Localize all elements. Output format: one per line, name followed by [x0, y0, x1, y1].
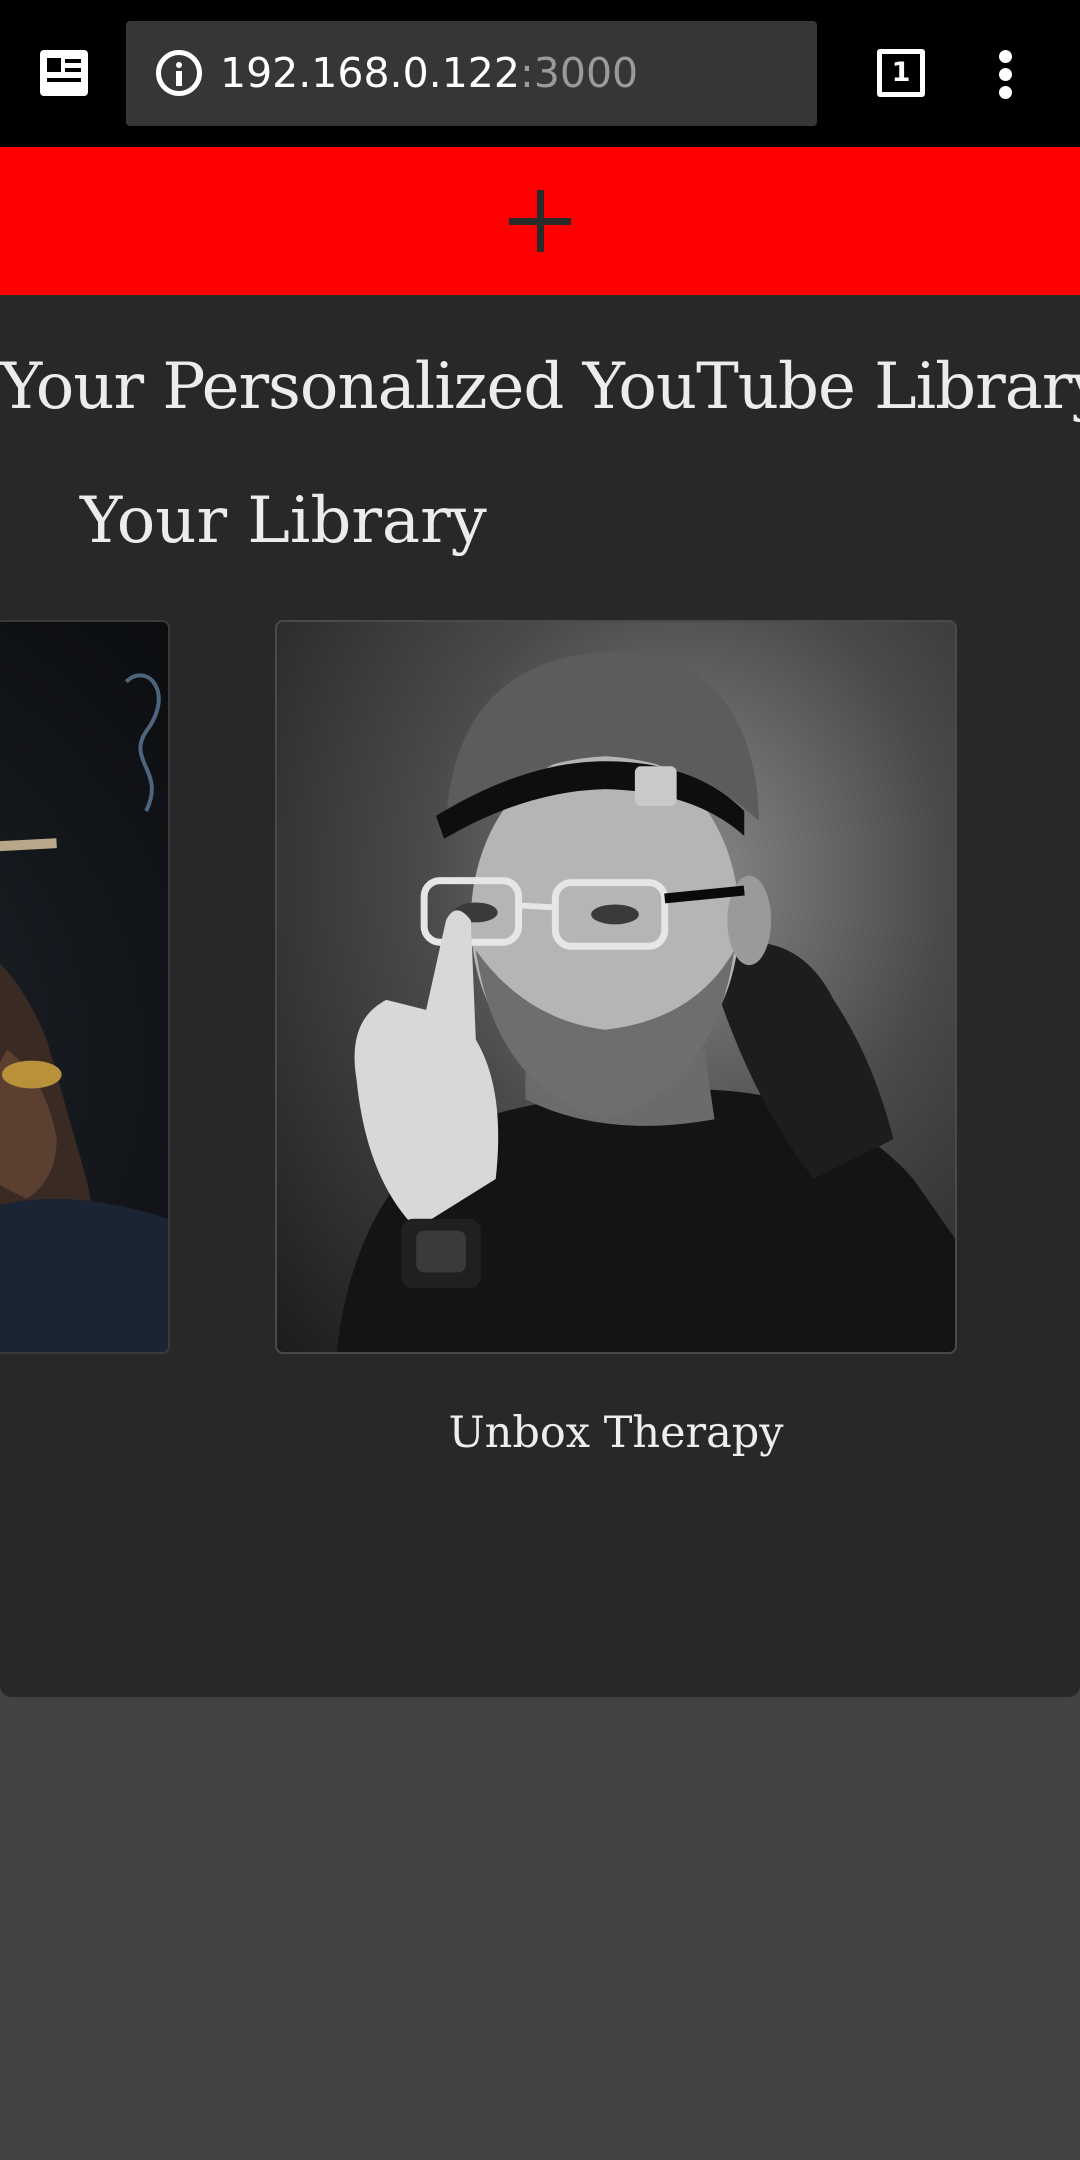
channel-thumbnail — [0, 673, 168, 1352]
url-text[interactable]: 192.168.0.122:3000 — [220, 43, 638, 103]
app-header — [0, 147, 1080, 295]
tab-switcher-button[interactable]: 1 — [877, 49, 925, 97]
url-port: :3000 — [519, 49, 639, 97]
channel-name[interactable]: Unbox Therapy — [275, 1405, 957, 1461]
overflow-menu-icon[interactable] — [990, 48, 1022, 100]
section-title: Your Library — [80, 484, 487, 558]
reader-mode-icon[interactable] — [40, 50, 88, 96]
address-bar[interactable]: 192.168.0.122:3000 — [126, 21, 817, 126]
browser-toolbar: 192.168.0.122:3000 1 — [0, 0, 1080, 147]
info-icon[interactable] — [156, 50, 202, 96]
library-panel: Your Personalized YouTube Library Your L… — [0, 295, 1080, 1697]
channel-card-previous[interactable] — [0, 620, 170, 1354]
url-host: 192.168.0.122 — [220, 49, 520, 97]
channel-card[interactable] — [275, 620, 957, 1354]
channel-thumbnail — [336, 651, 955, 1352]
add-channel-button[interactable] — [495, 184, 585, 258]
page-title: Your Personalized YouTube Library — [0, 350, 1080, 424]
